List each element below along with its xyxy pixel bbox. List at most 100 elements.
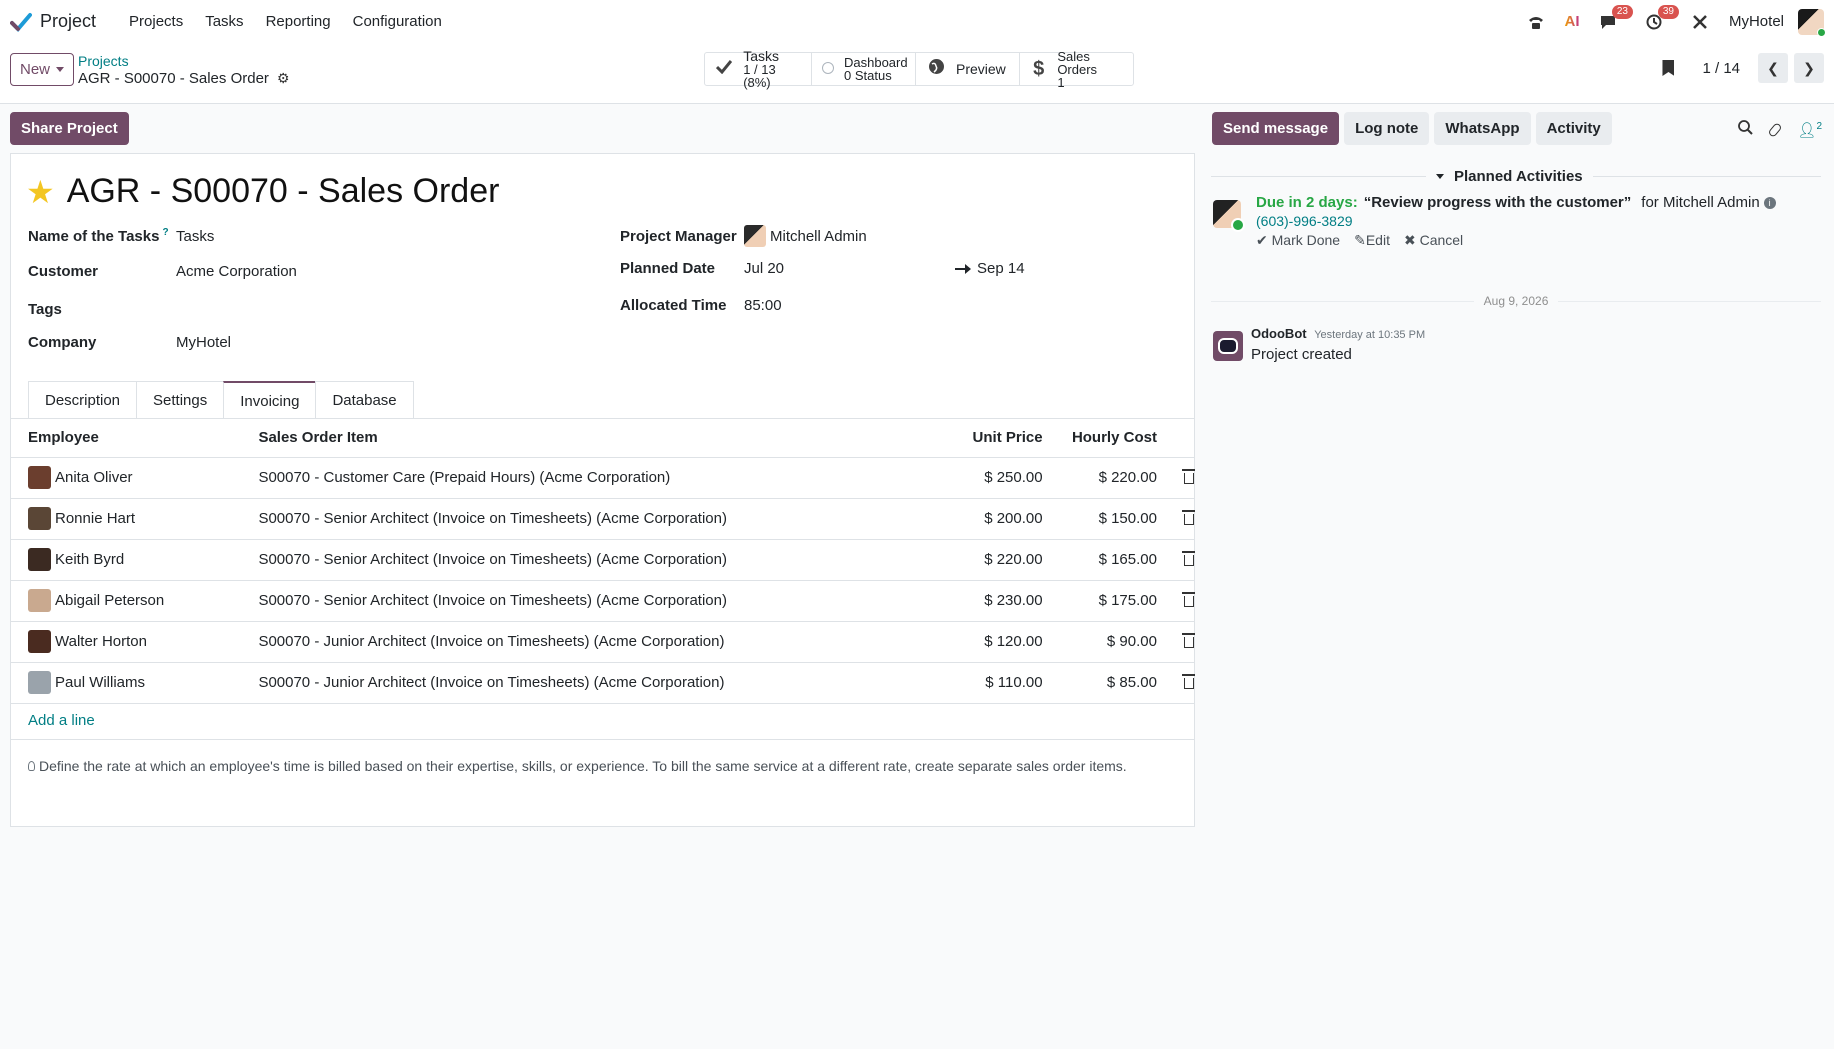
sales-order-item-cell[interactable]: S00070 - Senior Architect (Invoice on Ti… [241,539,869,581]
send-message-button[interactable]: Send message [1212,112,1340,145]
customer-input[interactable]: Acme Corporation [176,263,297,280]
followers-button[interactable]: 👤︎2 [1797,121,1822,139]
hourly-cost-cell[interactable]: $ 175.00 [1042,580,1157,622]
messages-icon[interactable]: 23 [1597,4,1633,33]
search-icon[interactable] [1738,120,1754,139]
tasks-smart-button[interactable]: Tasks 1 / 13 (8%) [705,49,812,89]
planned-activities-header[interactable]: Planned Activities [1211,168,1821,185]
col-sales-order-item[interactable]: Sales Order Item [241,419,869,458]
field-label-company: Company [28,334,97,351]
employee-cell[interactable]: Paul Williams [11,662,242,704]
user-avatar[interactable] [1798,8,1826,37]
tab-database[interactable]: Database [315,381,414,419]
unit-price-cell[interactable]: $ 120.00 [868,621,1043,663]
col-unit-price[interactable]: Unit Price [868,419,1043,458]
field-label-tasks-name: Name of the Tasks? [28,227,176,245]
whatsapp-button[interactable]: WhatsApp [1434,112,1531,145]
company-switcher[interactable]: MyHotel [1729,13,1784,30]
cancel-activity-button[interactable]: ✖ Cancel [1404,232,1463,249]
employee-cell[interactable]: Anita Oliver [11,457,242,499]
ai-icon[interactable]: AI [1561,11,1583,33]
planned-date-start-input[interactable]: Jul 20 [744,260,955,277]
hourly-cost-cell[interactable]: $ 220.00 [1042,457,1157,499]
gear-icon[interactable]: ⚙ [277,70,290,87]
favorite-star-icon[interactable]: ★ [26,176,55,208]
sales-order-item-cell[interactable]: S00070 - Junior Architect (Invoice on Ti… [241,621,869,663]
share-project-button[interactable]: Share Project [10,112,129,145]
new-button[interactable]: New [10,53,74,86]
pager-value[interactable]: 1 / 14 [1702,60,1740,77]
record-title[interactable]: AGR - S00070 - Sales Order [67,172,500,211]
hourly-cost-cell[interactable]: $ 85.00 [1042,662,1157,704]
tab-invoicing[interactable]: Invoicing [223,381,317,419]
trash-icon[interactable] [1181,550,1195,566]
trash-icon[interactable] [1181,509,1195,525]
message-author[interactable]: OdooBot [1251,326,1307,341]
trash-icon[interactable] [1181,591,1195,607]
log-note-button[interactable]: Log note [1344,112,1430,145]
unit-price-cell[interactable]: $ 220.00 [868,539,1043,581]
odoobot-avatar[interactable] [1213,331,1243,361]
employee-cell[interactable]: Walter Horton [11,621,242,663]
activities-clock-icon[interactable]: 39 [1643,4,1679,33]
help-tooltip-icon[interactable]: ? [162,227,168,238]
unit-price-cell[interactable]: $ 200.00 [868,498,1043,540]
activity-button[interactable]: Activity [1535,112,1612,145]
bookmark-icon[interactable] [1662,60,1675,76]
menu-configuration[interactable]: Configuration [342,13,453,30]
tags-input[interactable] [176,300,476,318]
mark-done-button[interactable]: ✔ Mark Done [1256,232,1340,249]
app-brand[interactable]: Project [10,11,96,32]
tab-description[interactable]: Description [28,381,138,419]
sales-order-item-cell[interactable]: S00070 - Senior Architect (Invoice on Ti… [241,580,869,622]
activity-phone-link[interactable]: (603)-996-3829 [1256,212,1776,230]
paperclip-icon[interactable] [1767,121,1783,138]
menu-tasks[interactable]: Tasks [194,13,254,30]
sales-order-item-cell[interactable]: S00070 - Junior Architect (Invoice on Ti… [241,662,869,704]
table-row[interactable]: Ronnie Hart S00070 - Senior Architect (In… [11,498,1195,540]
pager-previous-button[interactable]: ❮ [1758,53,1788,83]
menu-reporting[interactable]: Reporting [255,13,342,30]
edit-activity-button[interactable]: ✎Edit [1354,232,1390,249]
sales-order-item-cell[interactable]: S00070 - Senior Architect (Invoice on Ti… [241,498,869,540]
preview-smart-button[interactable]: Preview [916,53,1020,85]
ai-label: AI [1564,13,1580,30]
hourly-cost-cell[interactable]: $ 165.00 [1042,539,1157,581]
unit-price-cell[interactable]: $ 110.00 [868,662,1043,704]
pager-next-button[interactable]: ❯ [1794,53,1824,83]
employee-cell[interactable]: Keith Byrd [11,539,242,581]
project-manager-input[interactable]: Mitchell Admin [770,228,867,245]
trash-icon[interactable] [1181,673,1195,689]
unit-price-cell[interactable]: $ 230.00 [868,580,1043,622]
employee-cell[interactable]: Ronnie Hart [11,498,242,540]
hourly-cost-cell[interactable]: $ 90.00 [1042,621,1157,663]
debug-tools-icon[interactable] [1689,11,1711,33]
company-input[interactable]: MyHotel [176,334,231,351]
employee-cell[interactable]: Abigail Peterson [11,580,242,622]
sales-order-item-cell[interactable]: S00070 - Customer Care (Prepaid Hours) (… [241,457,869,499]
info-icon[interactable]: i [1763,197,1776,210]
col-hourly-cost[interactable]: Hourly Cost [1042,419,1157,458]
sales-orders-smart-button[interactable]: $ Sales Orders 1 [1020,50,1133,89]
phone-icon[interactable] [1525,11,1547,33]
trash-icon[interactable] [1181,468,1195,484]
table-row[interactable]: Abigail Peterson S00070 - Senior Architec… [11,580,1195,622]
employee-name: Anita Oliver [55,469,133,486]
col-employee[interactable]: Employee [11,419,242,458]
breadcrumb-projects[interactable]: Projects [78,53,289,70]
allocated-time-input[interactable]: 85:00 [744,297,782,314]
table-row[interactable]: Paul Williams S00070 - Junior Architect (… [11,662,1195,704]
menu-projects[interactable]: Projects [118,13,194,30]
table-row[interactable]: Anita Oliver S00070 - Customer Care (Prep… [11,457,1195,499]
add-a-line-link[interactable]: Add a line [28,712,95,729]
table-row[interactable]: Keith Byrd S00070 - Senior Architect (Inv… [11,539,1195,581]
planned-date-end-input[interactable]: Sep 14 [977,260,1025,277]
table-row[interactable]: Walter Horton S00070 - Junior Architect (… [11,621,1195,663]
unit-price-cell[interactable]: $ 250.00 [868,457,1043,499]
tasks-name-input[interactable]: Tasks [176,228,214,245]
trash-icon[interactable] [1181,632,1195,648]
tab-settings[interactable]: Settings [136,381,225,419]
hourly-cost-cell[interactable]: $ 150.00 [1042,498,1157,540]
dashboard-smart-button[interactable]: Dashboard 0 Status [812,53,916,85]
top-navbar: Project Projects Tasks Reporting Configu… [0,0,1834,43]
